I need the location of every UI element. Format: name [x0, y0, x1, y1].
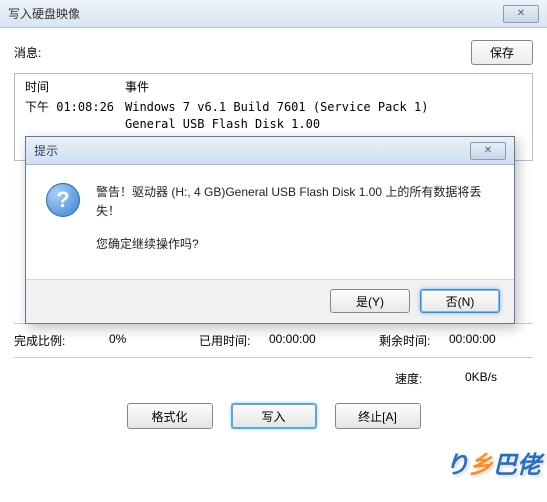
log-time: 下午 01:08:26	[25, 99, 125, 116]
write-button[interactable]: 写入	[231, 403, 317, 429]
ratio-label: 完成比例:	[14, 332, 109, 349]
remain-label: 剩余时间:	[379, 332, 449, 349]
progress-row: 完成比例: 0% 已用时间: 00:00:00 剩余时间: 00:00:00	[14, 323, 533, 358]
close-button[interactable]: ✕	[503, 5, 539, 23]
main-titlebar: 写入硬盘映像 ✕	[0, 0, 547, 28]
confirm-dialog: 提示 ✕ ? 警告！驱动器 (H:, 4 GB)General USB Flas…	[25, 136, 515, 324]
col-event-header: 事件	[125, 78, 522, 95]
dialog-confirm: 您确定继续操作吗?	[96, 235, 494, 254]
remain-value: 00:00:00	[449, 332, 496, 349]
log-event-1: Windows 7 v6.1 Build 7601 (Service Pack …	[125, 99, 522, 116]
elapsed-label: 已用时间:	[199, 332, 269, 349]
col-time-header: 时间	[25, 78, 125, 95]
question-icon: ?	[46, 183, 80, 217]
save-button[interactable]: 保存	[471, 40, 533, 65]
format-button[interactable]: 格式化	[127, 403, 213, 429]
message-label: 消息:	[14, 44, 41, 61]
log-event-2: General USB Flash Disk 1.00	[125, 116, 522, 133]
dialog-close-button[interactable]: ✕	[470, 142, 506, 160]
dialog-warning: 警告！驱动器 (H:, 4 GB)General USB Flash Disk …	[96, 183, 494, 221]
speed-value: 0KB/s	[465, 370, 525, 387]
dialog-titlebar: 提示 ✕	[26, 137, 514, 165]
abort-button[interactable]: 终止[A]	[335, 403, 421, 429]
ratio-value: 0%	[109, 332, 199, 349]
window-title: 写入硬盘映像	[8, 5, 80, 22]
speed-label: 速度:	[395, 370, 465, 387]
no-button[interactable]: 否(N)	[420, 289, 500, 313]
yes-button[interactable]: 是(Y)	[330, 289, 410, 313]
elapsed-value: 00:00:00	[269, 332, 379, 349]
dialog-title: 提示	[34, 142, 58, 159]
